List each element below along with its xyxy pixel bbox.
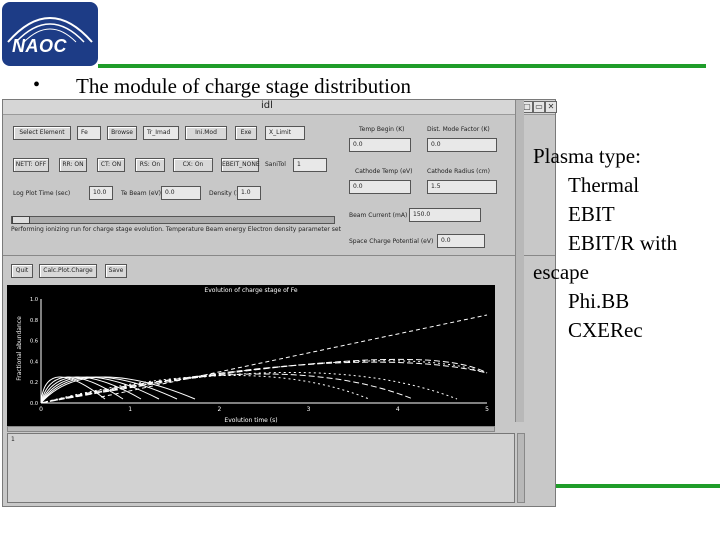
space-charge-label: Space Charge Potential (eV) (349, 238, 434, 245)
plot-horizontal-scrollbar[interactable] (7, 426, 495, 432)
select-element-button[interactable]: Select Element (13, 126, 71, 140)
charge-stage-curve (40, 358, 488, 404)
idl-window: idl ▢ ▭ ✕ Select Element Fe Browse Tr_Im… (2, 99, 557, 507)
y-tick-label: 1.0 (30, 297, 38, 303)
window-title: idl (261, 100, 273, 111)
plasma-type-item: Phi.BB (568, 289, 630, 313)
plasma-type-item-wrap: escape (533, 260, 589, 284)
plasma-type-title: Plasma type: (533, 144, 641, 168)
calc-plot-button[interactable]: Calc.Plot.Charge (39, 264, 97, 278)
dist-mode-label: Dist. Mode Factor (K) (427, 126, 490, 133)
rr-toggle[interactable]: RR: ON (59, 158, 87, 172)
plasma-type-item: Thermal (568, 173, 640, 197)
quit-button[interactable]: Quit (11, 264, 33, 278)
y-tick-label: 0.2 (30, 380, 38, 386)
console-output[interactable]: 1 (7, 433, 515, 503)
x-tick-label: 5 (485, 406, 489, 413)
footer-divider (556, 484, 720, 488)
charge-stage-curve (40, 373, 414, 404)
cx-toggle[interactable]: CX: On (173, 158, 213, 172)
logo-text: NAOC (12, 36, 67, 56)
browse-button[interactable]: Browse (107, 126, 137, 140)
rs-toggle[interactable]: RS: On (135, 158, 165, 172)
log-plot-label: Log Plot Time (sec) (13, 190, 71, 197)
plasma-type-item: EBIT/R with (568, 231, 678, 255)
cathode-temp-field[interactable]: 0.0 (349, 180, 411, 194)
y-tick-label: 0.8 (30, 318, 38, 324)
dist-mode-field[interactable]: 0.0 (427, 138, 497, 152)
ebit-toggle[interactable]: EBEIT_NONE (221, 158, 260, 172)
init-model-button[interactable]: Ini.Mod (185, 126, 227, 140)
plot-curves (40, 314, 488, 404)
charge-stage-curve (40, 374, 370, 404)
panel-separator (3, 255, 555, 256)
cathode-radius-field[interactable]: 1.5 (427, 180, 497, 194)
close-icon[interactable]: ✕ (545, 101, 557, 113)
maximize-icon[interactable]: ▭ (533, 101, 545, 113)
x-tick-label: 1 (128, 406, 132, 413)
beam-current-field[interactable]: 150.0 (409, 208, 481, 222)
te-beam-label: Te Beam (eV) (121, 190, 161, 197)
plot-canvas: 0 1 2 3 4 5 0.0 0.2 0.4 0.6 0.8 1.0 (30, 297, 489, 413)
x-tick-label: 2 (217, 406, 221, 413)
te-beam-field[interactable]: 0.0 (161, 186, 201, 200)
space-charge-field[interactable]: 0.0 (437, 234, 485, 248)
window-vertical-scrollbar[interactable] (515, 100, 524, 422)
density-field[interactable]: 1.0 (237, 186, 261, 200)
charge-stage-curve (100, 314, 488, 398)
x-tick-label: 3 (307, 406, 311, 413)
y-tick-label: 0.6 (30, 339, 38, 345)
sanitol-label: SaniTol (265, 161, 286, 168)
execute-button[interactable]: Exe (235, 126, 257, 140)
slider-handle[interactable] (12, 216, 30, 224)
window-titlebar[interactable]: idl ▢ ▭ ✕ (3, 100, 557, 115)
mode-field[interactable]: Tr_Imad (143, 126, 179, 140)
plot-ticks: 0 1 2 3 4 5 0.0 0.2 0.4 0.6 0.8 1.0 (30, 297, 489, 413)
x-limit-field[interactable]: X_Limit (265, 126, 305, 140)
bullet-marker: • (33, 74, 41, 96)
ct-toggle[interactable]: CT: ON (97, 158, 125, 172)
charge-stage-plot: Evolution of charge stage of Fe Fraction… (7, 285, 495, 427)
plasma-type-list: Plasma type: Thermal EBIT EBIT/R with es… (533, 142, 677, 345)
log-plot-field[interactable]: 10.0 (89, 186, 113, 200)
cathode-radius-label: Cathode Radius (cm) (427, 168, 490, 175)
y-tick-label: 0.0 (30, 401, 38, 407)
header-divider (98, 64, 706, 68)
x-tick-label: 0 (39, 406, 43, 413)
slide-heading: The module of charge stage distribution (76, 74, 411, 98)
console-text: 1 (11, 436, 15, 443)
cathode-temp-label: Cathode Temp (eV) (355, 168, 413, 175)
console-scrollbar[interactable] (517, 433, 525, 503)
x-tick-label: 4 (396, 406, 400, 413)
charge-stage-curve (40, 360, 488, 404)
naoc-logo: NAOC (2, 2, 98, 66)
sanitol-field[interactable]: 1 (293, 158, 327, 172)
plasma-type-item: EBIT (568, 202, 615, 226)
plasma-type-item: CXERec (568, 318, 643, 342)
progress-slider[interactable] (11, 216, 335, 224)
save-button[interactable]: Save (105, 264, 127, 278)
nett-toggle[interactable]: NETT: OFF (13, 158, 49, 172)
temp-begin-field[interactable]: 0.0 (349, 138, 411, 152)
element-field[interactable]: Fe (77, 126, 101, 140)
y-tick-label: 0.4 (30, 359, 38, 365)
beam-current-label: Beam Current (mA) (349, 212, 408, 219)
status-line: Performing ionizing run for charge stage… (11, 226, 341, 233)
temp-begin-label: Temp Begin (K) (359, 126, 405, 133)
